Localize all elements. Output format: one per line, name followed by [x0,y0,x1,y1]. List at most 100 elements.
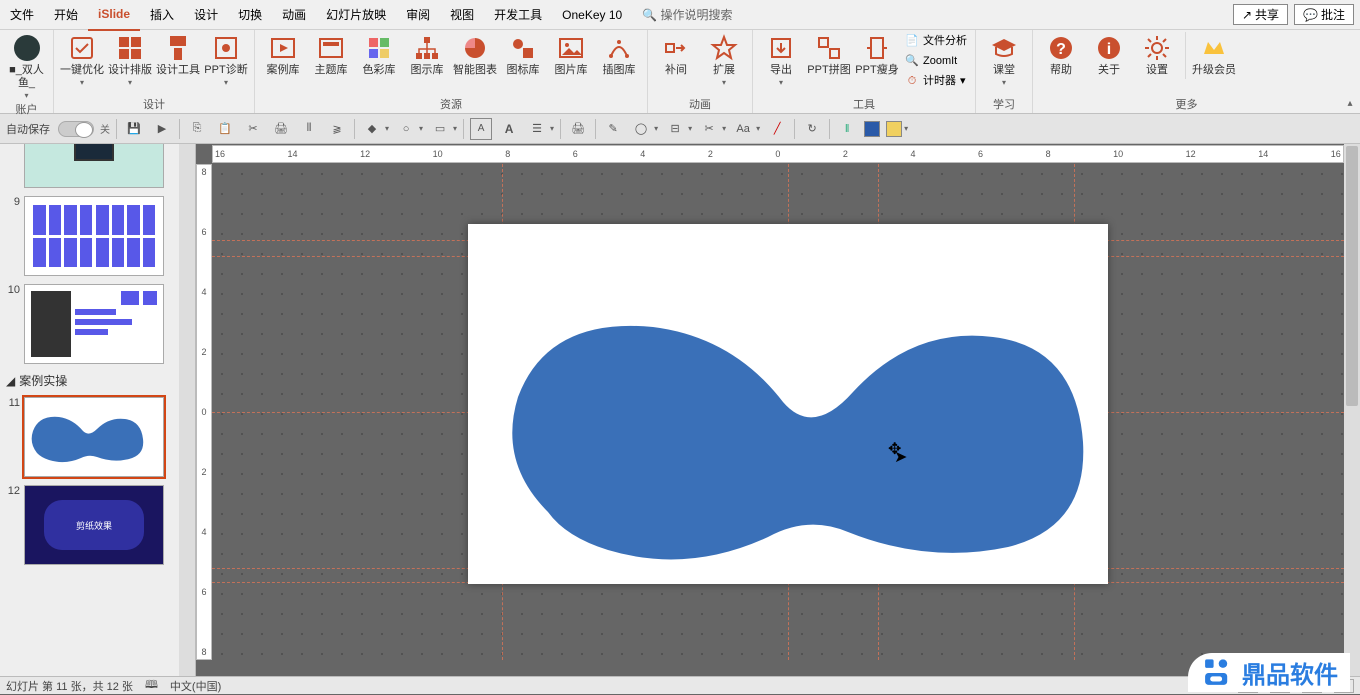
blob-shape[interactable] [488,312,1088,562]
settings-button[interactable]: 设置 [1133,32,1181,79]
status-bar: 幻灯片 第 11 张，共 12 张 🕮 中文(中国) ≐ 备注 ▭ ▦ ▤ ▶ [0,676,1360,694]
shape-fill-button[interactable]: ◆ [361,118,383,140]
ribbon-group-learn: 课堂▾ 学习 [976,30,1033,113]
about-button[interactable]: i关于 [1085,32,1133,79]
distribute-button[interactable]: ⫺ [326,118,348,140]
tab-home[interactable]: 开始 [44,0,88,30]
ppt-mosaic-button[interactable]: PPT拼图 [805,32,853,90]
arrange-button[interactable]: ⊟ [664,118,686,140]
tab-review[interactable]: 审阅 [396,0,440,30]
ribbon-collapse-button[interactable]: ▴ [1340,30,1360,113]
eyedropper-button[interactable]: ✎ [602,118,624,140]
illustration-library-button[interactable]: 插图库 [595,32,643,79]
tab-animations[interactable]: 动画 [272,0,316,30]
zoomit-button[interactable]: 🔍ZoomIt [905,52,967,70]
ppt-diagnose-button[interactable]: PPT诊断▾ [202,32,250,89]
slide-editor[interactable]: 1614121086420246810121416 864202468 ✥➤ [196,144,1360,676]
extend-button[interactable]: 扩展▾ [700,32,748,89]
slide-thumb-9[interactable]: 9 [0,192,195,280]
theme-icon [317,34,345,62]
horizontal-ruler[interactable]: 1614121086420246810121416 [212,145,1344,163]
align-button[interactable]: ⫴ [298,118,320,140]
vertical-ruler[interactable]: 864202468 [196,164,212,660]
image-library-button[interactable]: 图片库 [547,32,595,79]
palette-icon [365,34,393,62]
ribbon-group-animation: 补间 扩展▾ 动画 [648,30,753,113]
vector-icon [605,34,633,62]
slide-thumb-11[interactable]: 11 [0,393,195,481]
merge-shapes-button[interactable]: ◯ [630,118,652,140]
crop-button[interactable]: ✂ [698,118,720,140]
tab-slideshow[interactable]: 幻灯片放映 [316,0,396,30]
diagram-library-button[interactable]: 图示库 [403,32,451,79]
tween-button[interactable]: 补间 [652,32,700,89]
upgrade-button[interactable]: 升级会员 [1190,32,1238,79]
from-beginning-button[interactable]: ▶ [151,118,173,140]
paste-button[interactable]: 📋 [214,118,236,140]
print-button[interactable]: 🖨 [270,118,292,140]
tab-onekey[interactable]: OneKey 10 [552,0,632,30]
slide-canvas[interactable] [468,224,1108,584]
ppt-slim-button[interactable]: PPT瘦身 [853,32,901,90]
tab-transitions[interactable]: 切换 [228,0,272,30]
section-header[interactable]: ◢案例实操 [0,368,195,393]
export-button[interactable]: 导出▾ [757,32,805,90]
cut-button[interactable]: ✂ [242,118,264,140]
help-button[interactable]: ?帮助 [1037,32,1085,79]
tab-islide[interactable]: iSlide [88,0,140,31]
accessibility-icon[interactable]: 🕮 [145,676,158,695]
save-button[interactable]: 💾 [123,118,145,140]
smart-chart-button[interactable]: 智能图表 [451,32,499,79]
comments-button[interactable]: 💬 批注 [1294,4,1354,25]
class-button[interactable]: 课堂▾ [980,32,1028,89]
ribbon-group-account: ■_双人鱼_ ▾ 账户 [0,30,54,113]
design-tools-button[interactable]: 设计工具 [154,32,202,89]
case-library-button[interactable]: 案例库 [259,32,307,79]
theme-color-1[interactable] [864,121,880,137]
print-preview-button[interactable]: 🖨 [567,118,589,140]
tab-design[interactable]: 设计 [184,0,228,30]
tab-developer[interactable]: 开发工具 [484,0,552,30]
copy-button[interactable]: ⎘ [186,118,208,140]
share-button[interactable]: ↗ 共享 [1233,4,1288,25]
pen-button[interactable]: ╱ [766,118,788,140]
file-analysis-button[interactable]: 📄文件分析 [905,32,967,50]
timer-button[interactable]: ⏱计时器 ▾ [905,72,967,90]
bullets-button[interactable]: ☰ [526,118,548,140]
section-label: 案例实操 [19,372,67,389]
more-dropdown[interactable]: ▾ [904,124,908,133]
wordart-button[interactable]: A [498,118,520,140]
watermark: 鼎品软件 [1188,653,1350,692]
slide-thumb-8[interactable] [0,144,195,192]
tab-view[interactable]: 视图 [440,0,484,30]
ribbon: ■_双人鱼_ ▾ 账户 一键优化▾ 设计排版▾ 设计工具 PPT诊断▾ 设计 案… [0,30,1360,114]
rotate-button[interactable]: ↻ [801,118,823,140]
search-box[interactable]: 🔍 操作说明搜索 [632,0,742,30]
autosave-toggle[interactable] [58,121,94,137]
shape-outline-button[interactable]: ○ [395,118,417,140]
menu-bar: 文件 开始 iSlide 插入 设计 切换 动画 幻灯片放映 审阅 视图 开发工… [0,0,1360,30]
slide-thumb-10[interactable]: 10 [0,280,195,368]
icon-library-button[interactable]: 图标库 [499,32,547,79]
editor-vertical-scrollbar[interactable] [1344,144,1360,676]
tab-file[interactable]: 文件 [0,0,44,30]
compress-icon [863,34,891,62]
slide-thumbnail-pane[interactable]: 9 10 ◢案例实操 11 12 剪纸效果 [0,144,196,676]
guides-button[interactable]: ‖ [836,118,858,140]
shape-effects-button[interactable]: ▭ [429,118,451,140]
account-button[interactable]: ■_双人鱼_ ▾ [4,32,49,102]
search-placeholder: 操作说明搜索 [661,8,733,22]
tab-insert[interactable]: 插入 [140,0,184,30]
slidenav-scrollbar[interactable] [179,144,195,676]
star-icon [710,34,738,62]
theme-color-2[interactable] [886,121,902,137]
font-size-button[interactable]: Aa [732,118,754,140]
design-layout-button[interactable]: 设计排版▾ [106,32,154,89]
color-library-button[interactable]: 色彩库 [355,32,403,79]
theme-library-button[interactable]: 主题库 [307,32,355,79]
slide-thumb-12[interactable]: 12 剪纸效果 [0,481,195,569]
one-click-optimize-button[interactable]: 一键优化▾ [58,32,106,89]
textbox-button[interactable]: A [470,118,492,140]
language-indicator[interactable]: 中文(中国) [170,678,221,694]
zoom-icon: 🔍 [905,54,919,68]
